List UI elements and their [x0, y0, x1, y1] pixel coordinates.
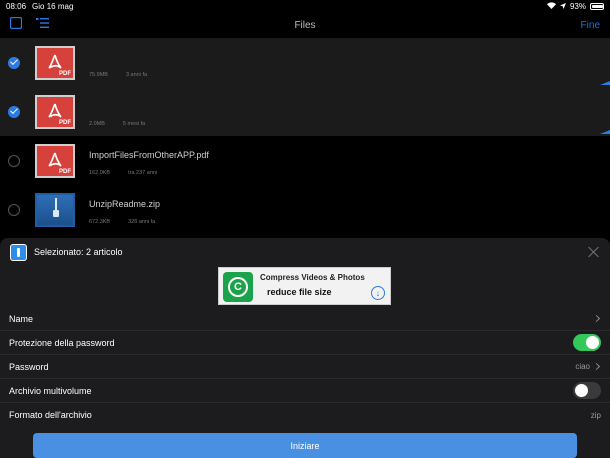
setting-label: Formato dell'archivio	[9, 410, 92, 420]
start-button[interactable]: Iniziare	[33, 433, 577, 458]
sheet-title: Selezionato: 2 articolo	[34, 247, 123, 257]
list-menu-icon[interactable]	[36, 16, 49, 34]
file-name: ImportFilesFromOtherAPP.pdf	[89, 149, 209, 160]
select-all-icon[interactable]	[9, 16, 23, 34]
setting-password[interactable]: Password ciao	[0, 355, 610, 379]
pdf-file-icon: PDF	[35, 94, 75, 129]
setting-multivolume: Archivio multivolume	[0, 379, 610, 403]
setting-value: ciao	[575, 362, 590, 371]
file-age: 5 mesi fa	[122, 120, 146, 127]
ad-subline: reduce file size	[267, 287, 332, 297]
wifi-icon	[546, 1, 556, 11]
pdf-file-icon: PDF	[35, 45, 75, 80]
chevron-right-icon	[592, 314, 601, 323]
setting-label: Name	[9, 313, 34, 324]
password-protection-toggle[interactable]	[573, 334, 601, 351]
file-row[interactable]: PDF ImportFilesFromOtherAPP.pdf 162.0KB …	[0, 136, 610, 185]
app-zip-icon	[10, 243, 27, 261]
done-button[interactable]: Fine	[581, 20, 600, 31]
file-row[interactable]: UnzipReadme.zip 672.3KB 326 anni fa	[0, 185, 610, 234]
close-icon[interactable]	[588, 246, 600, 258]
battery-percent: 93%	[569, 1, 586, 11]
setting-label: Archivio multivolume	[9, 385, 92, 396]
file-name: UnzipReadme.zip	[89, 198, 161, 209]
status-date: Gio 16 mag	[32, 1, 74, 11]
file-size: 162.0KB	[89, 169, 111, 176]
compress-sheet: Selezionato: 2 articolo C Compress Video…	[0, 238, 610, 458]
file-size: 75.9MB	[89, 71, 108, 78]
file-age: 326 anni fa	[128, 218, 156, 225]
status-time: 08:06	[6, 1, 27, 11]
zip-file-icon	[35, 192, 75, 227]
setting-label: Protezione della password	[9, 337, 115, 348]
chevron-right-icon	[592, 362, 601, 371]
page-title: Files	[294, 19, 316, 31]
download-icon[interactable]: ↓	[371, 286, 385, 300]
file-list: PDF 75.9MB 3 anni fa PDF 2.0MB 5 mesi fa	[0, 38, 610, 234]
compress-app-icon: C	[223, 272, 253, 302]
nav-bar: Files Fine	[0, 12, 610, 38]
setting-password-protection: Protezione della password	[0, 331, 610, 355]
pdf-file-icon: PDF	[35, 143, 75, 178]
location-icon	[559, 2, 566, 11]
file-row[interactable]: PDF 75.9MB 3 anni fa	[0, 38, 610, 87]
ad-banner[interactable]: C Compress Videos & Photos reduce file s…	[218, 267, 391, 305]
row-corner-marker	[600, 81, 610, 85]
file-size: 2.0MB	[89, 120, 105, 127]
multivolume-toggle[interactable]	[573, 382, 601, 399]
row-corner-marker	[600, 130, 610, 134]
file-name	[89, 101, 145, 113]
status-bar: 08:06 Gio 16 mag 93%	[0, 0, 610, 12]
unselected-circle-icon[interactable]	[8, 203, 20, 216]
selected-checkmark-icon[interactable]	[8, 56, 20, 69]
setting-archive-format[interactable]: Formato dell'archivio zip	[0, 403, 610, 427]
setting-label: Password	[9, 361, 49, 372]
setting-name[interactable]: Name	[0, 307, 610, 331]
file-name	[89, 52, 147, 64]
file-age: tra 237 anni	[128, 169, 158, 176]
battery-icon	[590, 2, 604, 10]
file-age: 3 anni fa	[125, 71, 148, 78]
file-size: 672.3KB	[89, 218, 111, 225]
file-row[interactable]: PDF 2.0MB 5 mesi fa	[0, 87, 610, 136]
ad-headline: Compress Videos & Photos	[260, 273, 365, 282]
unselected-circle-icon[interactable]	[8, 154, 20, 167]
selected-checkmark-icon[interactable]	[8, 105, 20, 118]
settings-list: Name Protezione della password Password …	[0, 307, 610, 427]
setting-value: zip	[590, 410, 601, 420]
